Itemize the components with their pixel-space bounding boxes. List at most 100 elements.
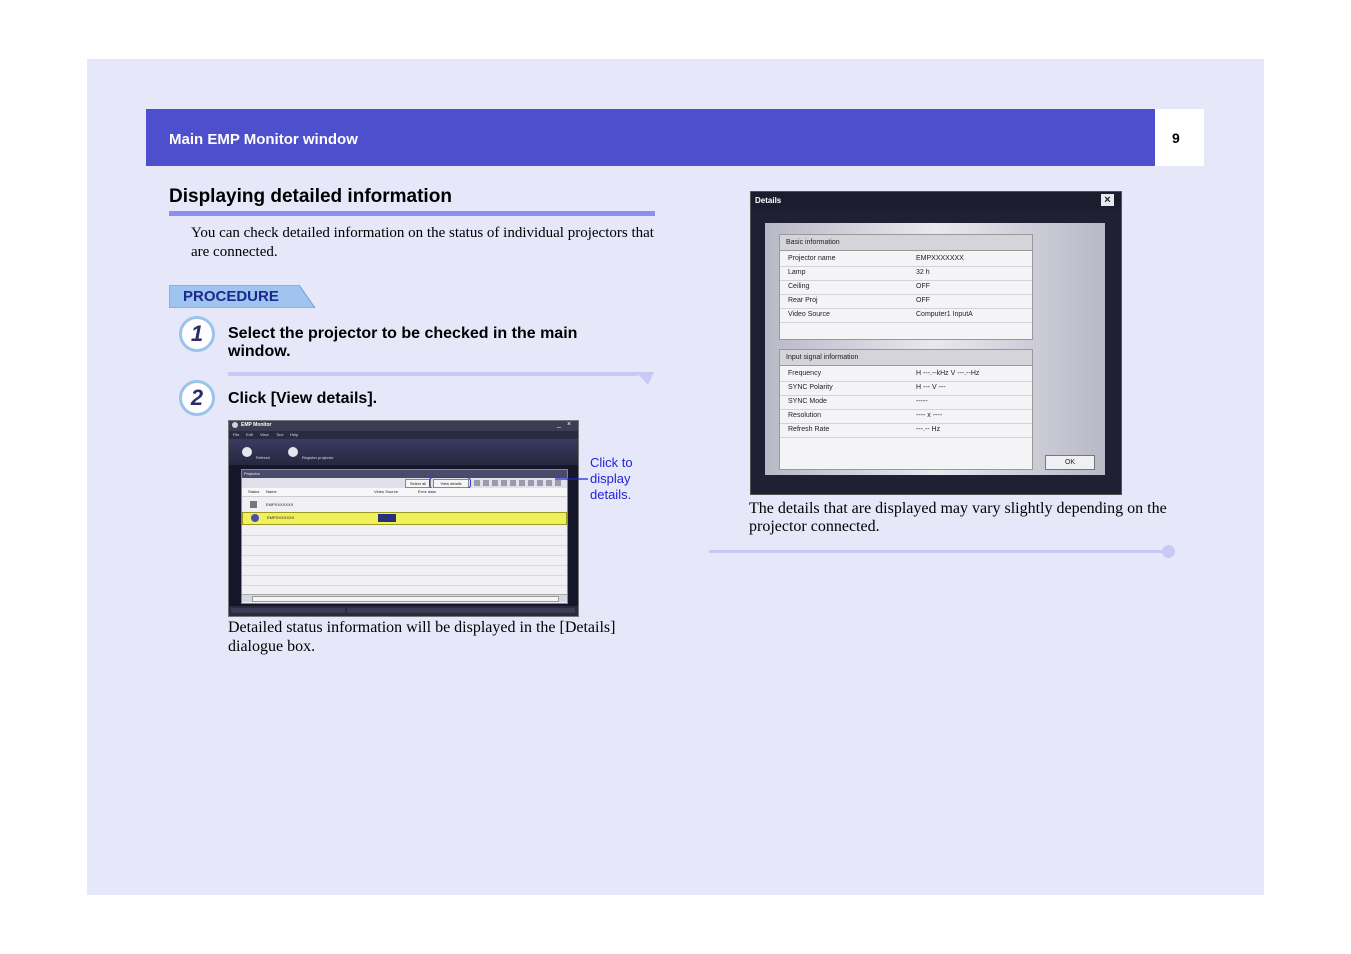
detail-row: Lamp 32 h — [780, 267, 1032, 281]
projector-status-icon — [251, 514, 259, 522]
step-number-badge: 1 — [179, 316, 215, 352]
detail-label: Rear Proj — [788, 297, 818, 304]
minimize-icon[interactable]: _ — [557, 421, 561, 428]
scrollbar-thumb[interactable] — [252, 596, 559, 602]
horizontal-scrollbar[interactable] — [242, 594, 567, 602]
detail-label: SYNC Polarity — [788, 384, 833, 391]
section-end-dot — [1162, 545, 1175, 558]
projector-status-icon — [250, 501, 257, 508]
detail-value: H --- V --- — [916, 384, 946, 391]
step-number: 1 — [190, 321, 204, 346]
details-body: Basic information Projector name EMPXXXXX… — [765, 223, 1105, 475]
table-header: Status Name Video Source Error data — [242, 488, 567, 497]
projector-panel: Projector Select all View details Status… — [241, 469, 568, 604]
column-video-source: Video Source — [374, 489, 398, 494]
detail-value: OFF — [916, 297, 930, 304]
status-pane — [231, 608, 345, 613]
emp-monitor-screenshot: EMP Monitor _ × File Edit View Tool Help… — [228, 420, 579, 617]
caption-details-vary: The details that are displayed may vary … — [749, 500, 1167, 535]
basic-info-panel: Basic information Projector name EMPXXXXX… — [779, 234, 1033, 340]
input-signal-header-label: Input signal information — [786, 354, 859, 361]
detail-value: OFF — [916, 283, 930, 290]
close-icon[interactable]: × — [567, 421, 571, 428]
menu-bar: File Edit View Tool Help — [229, 431, 578, 439]
detail-value: Computer1 InputA — [916, 311, 973, 318]
detail-value: EMPXXXXXXX — [916, 255, 964, 262]
input-signal-panel: Input signal information Frequency H ---.… — [779, 349, 1033, 470]
detail-label: Lamp — [788, 269, 806, 276]
step-text: Select the projector to be checked in th… — [228, 325, 578, 360]
table-row-selected[interactable]: EMPXXXXXXX — [242, 512, 567, 525]
column-error-data: Error data — [418, 489, 436, 494]
app-icon — [232, 422, 238, 428]
detail-row: Rear Proj OFF — [780, 295, 1032, 309]
refresh-icon[interactable] — [242, 447, 252, 457]
detail-row: Ceiling OFF — [780, 281, 1032, 295]
detail-value: H ---.--kHz V ---.--Hz — [916, 370, 980, 377]
column-name: Name — [266, 489, 277, 494]
detail-label: Refresh Rate — [788, 426, 830, 433]
detail-row: Refresh Rate ---.-- Hz — [780, 424, 1032, 438]
step-divider — [228, 372, 638, 376]
page-number: 9 — [1172, 130, 1180, 146]
projector-group-label: Projector — [244, 471, 261, 476]
input-signal-header: Input signal information — [780, 350, 1032, 366]
intro-text: You can check detailed information on th… — [191, 225, 654, 260]
table-row[interactable]: EMPXXXXXXX — [242, 500, 567, 510]
detail-label: Frequency — [788, 370, 822, 377]
section-title: Displaying detailed information — [169, 186, 452, 207]
step-number: 2 — [190, 385, 204, 410]
detail-row: Video Source Computer1 InputA — [780, 309, 1032, 323]
caption-detailed-status: Detailed status information will be disp… — [228, 619, 616, 655]
window-titlebar: EMP Monitor _ × — [229, 421, 578, 431]
step-number-badge: 2 — [179, 380, 215, 416]
menu-view[interactable]: View — [260, 432, 269, 437]
detail-label: SYNC Mode — [788, 398, 827, 405]
detail-label: Projector name — [788, 255, 836, 262]
detail-label: Resolution — [788, 412, 822, 419]
details-titlebar: Details × — [751, 192, 1121, 209]
detail-value: ---- x ---- — [916, 412, 943, 419]
projector-name: EMPXXXXXXX — [266, 502, 294, 507]
menu-file[interactable]: File — [233, 432, 239, 437]
detail-row: Projector name EMPXXXXXXX — [780, 253, 1032, 267]
detail-value: 32 h — [916, 269, 930, 276]
status-bar — [229, 606, 578, 616]
table-empty-rows — [242, 526, 567, 596]
detail-row: Frequency H ---.--kHz V ---.--Hz — [780, 368, 1032, 382]
column-status: Status — [248, 489, 260, 494]
details-dialog: Details × Basic information Projector na… — [750, 191, 1122, 495]
header-title: Main EMP Monitor window — [169, 131, 358, 148]
refresh-label[interactable]: Refresh — [256, 455, 270, 460]
register-projector-icon[interactable] — [288, 447, 298, 457]
menu-edit[interactable]: Edit — [246, 432, 253, 437]
callout-line — [555, 478, 588, 480]
detail-value: ---.-- Hz — [916, 426, 941, 433]
projector-group-header: Projector — [242, 470, 567, 478]
toolbar-icons — [474, 480, 564, 486]
detail-value: ----- — [916, 398, 928, 405]
detail-row: Resolution ---- x ---- — [780, 410, 1032, 424]
close-icon[interactable]: × — [1101, 194, 1114, 206]
section-end-rule — [709, 550, 1171, 553]
divider-arrow — [636, 372, 654, 385]
select-all-button[interactable]: Select all — [405, 479, 431, 488]
details-title: Details — [755, 196, 782, 205]
basic-info-header-label: Basic information — [786, 239, 840, 246]
step-text: Click [View details]. — [228, 390, 378, 407]
status-pane — [347, 608, 575, 613]
menu-tool[interactable]: Tool — [276, 432, 283, 437]
detail-label: Ceiling — [788, 283, 810, 290]
section-rule — [169, 211, 655, 216]
detail-row: SYNC Polarity H --- V --- — [780, 382, 1032, 396]
menu-help[interactable]: Help — [290, 432, 298, 437]
ok-button[interactable]: OK — [1045, 455, 1095, 470]
register-projector-label[interactable]: Register projector — [302, 455, 334, 460]
detail-row: SYNC Mode ----- — [780, 396, 1032, 410]
procedure-label: PROCEDURE — [183, 288, 279, 305]
panel-toolbar: Select all View details — [242, 477, 567, 489]
toolbar: Refresh Register projector — [229, 439, 578, 465]
callout-text: Click to display details. — [590, 455, 633, 502]
basic-info-header: Basic information — [780, 235, 1032, 251]
window-title: EMP Monitor — [241, 422, 272, 428]
